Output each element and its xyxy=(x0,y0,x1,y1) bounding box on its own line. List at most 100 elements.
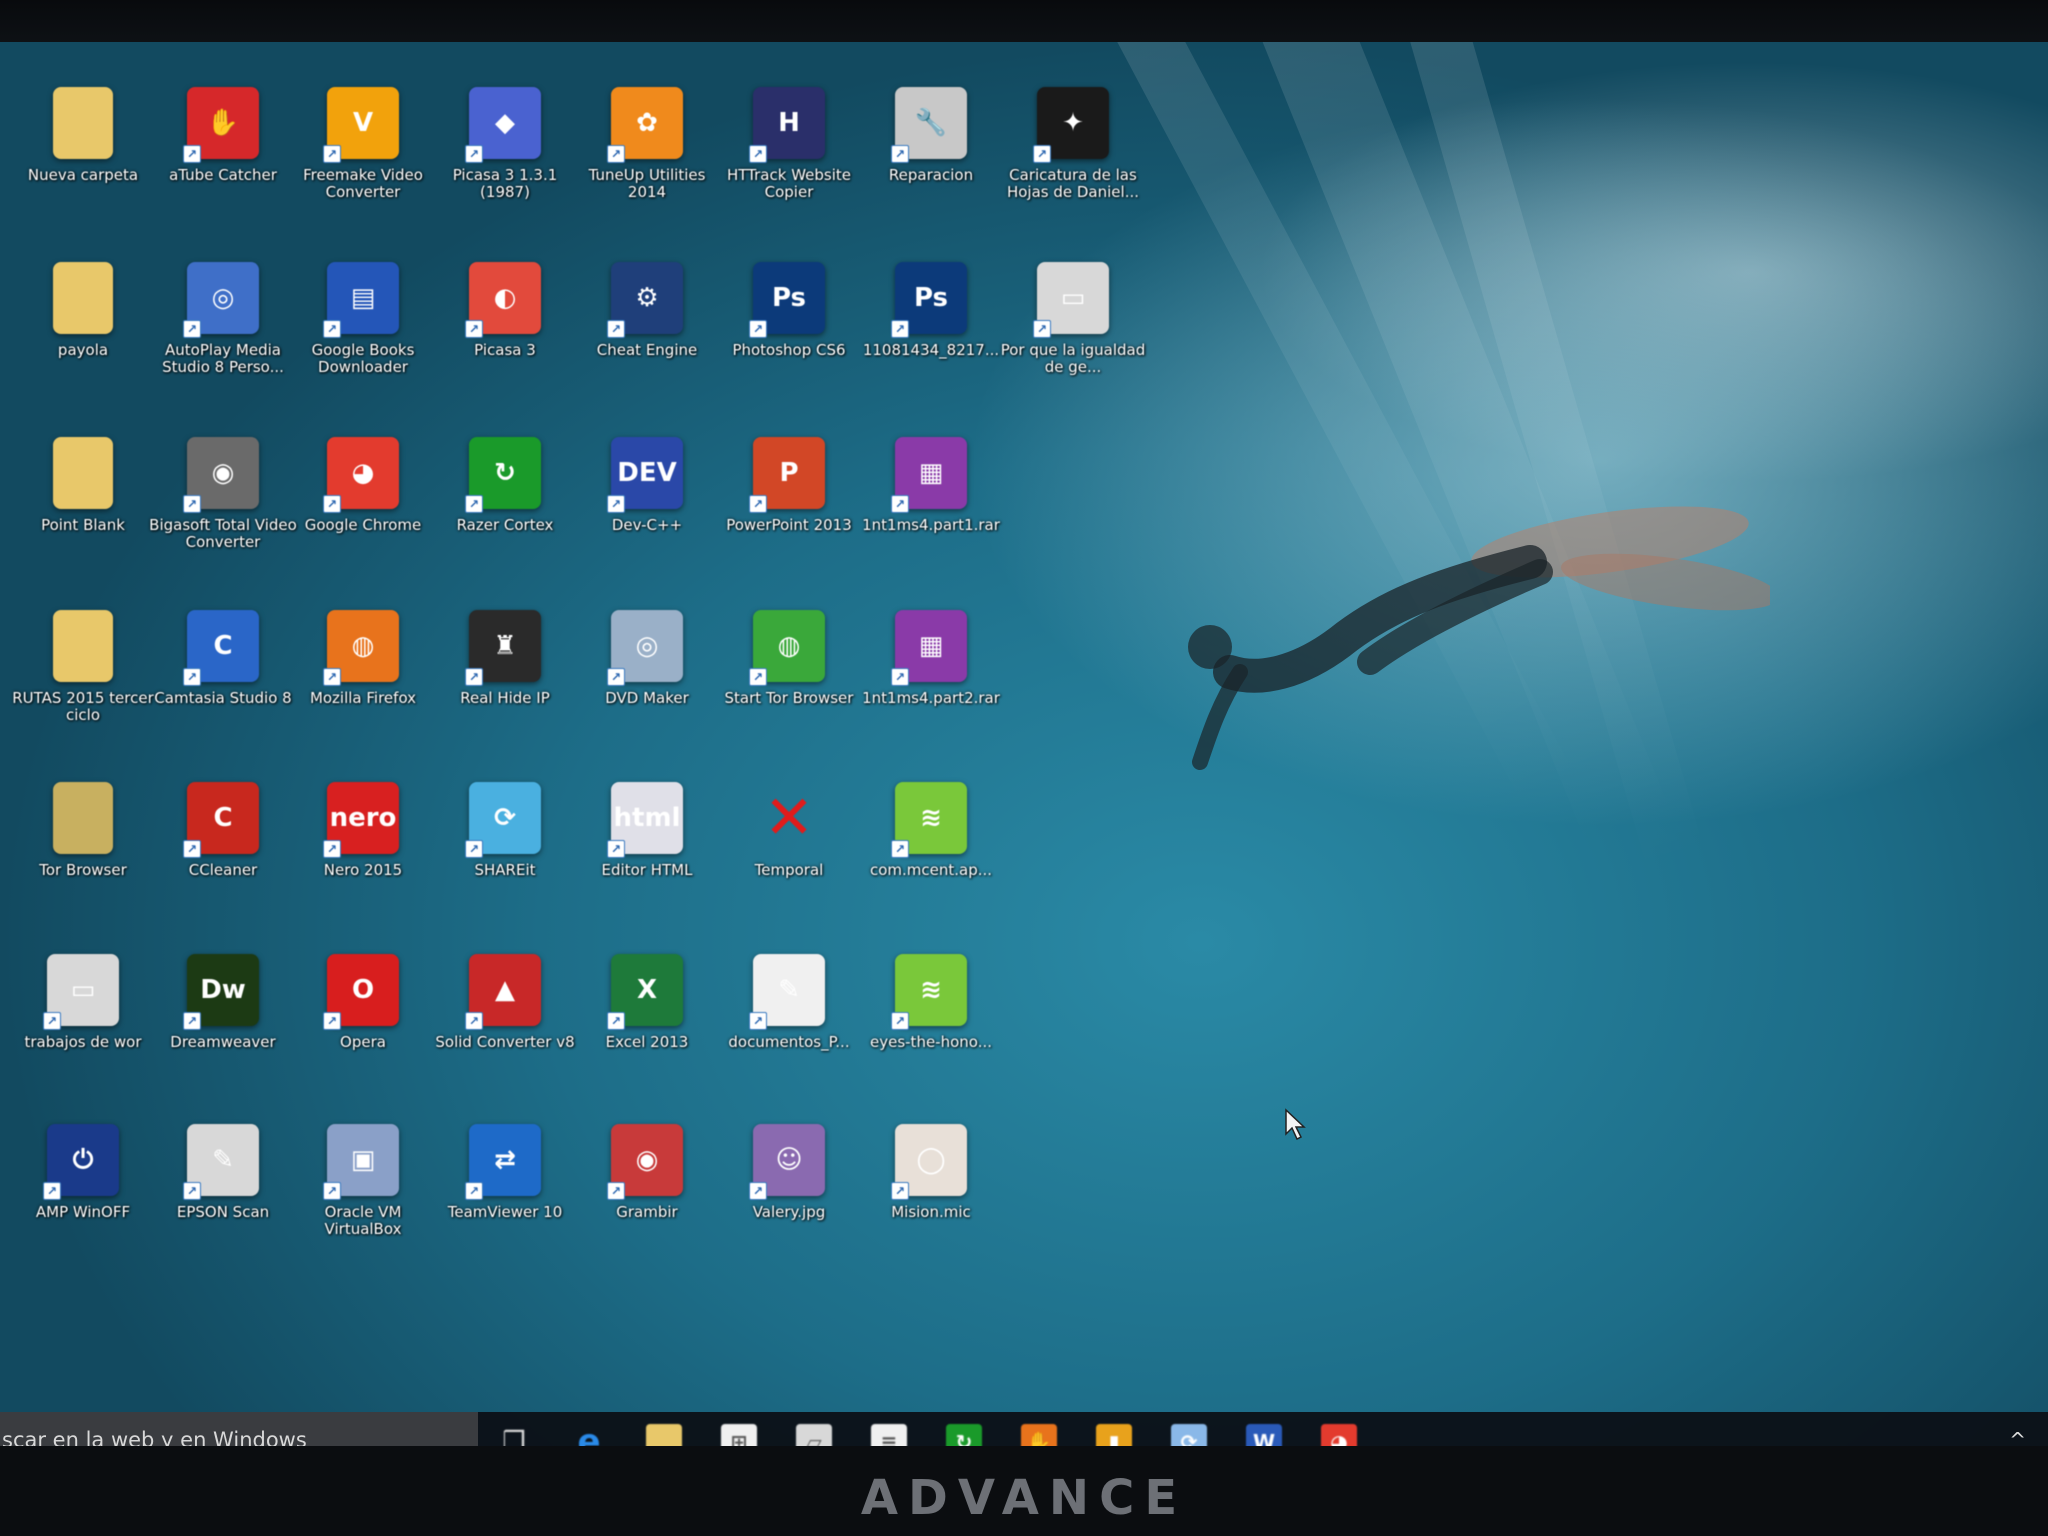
camera-icon: ◉ ↗ xyxy=(607,1124,683,1200)
shortcut-arrow-icon: ↗ xyxy=(465,320,483,338)
desktop-icon[interactable]: Nueva carpeta xyxy=(8,87,158,237)
shortcut-arrow-icon: ↗ xyxy=(183,320,201,338)
desktop-icon[interactable]: ▭ ↗ trabajos de wor xyxy=(8,954,158,1104)
taskbar-chrome-icon[interactable]: ◕ xyxy=(1321,1424,1357,1446)
desktop-icon[interactable]: ◉ ↗ Grambir xyxy=(572,1124,722,1274)
teamviewer-icon: ⇄ ↗ xyxy=(465,1124,541,1200)
photo-file-icon: ☺ ↗ xyxy=(749,1124,825,1200)
desktop-icon[interactable]: O ↗ Opera xyxy=(288,954,438,1104)
desktop-icon[interactable]: ◎ ↗ AutoPlay Media Studio 8 Perso... xyxy=(148,262,298,412)
shortcut-arrow-icon: ↗ xyxy=(891,1182,909,1200)
taskbar-razer-cortex-icon[interactable]: ↻ xyxy=(946,1424,982,1446)
desktop-icon-label: HTTrack Website Copier xyxy=(727,166,851,201)
taskbar-app-icon[interactable]: ▱ xyxy=(796,1424,832,1446)
taskbar-word-icon[interactable]: W xyxy=(1246,1424,1282,1446)
desktop-icon[interactable]: ✿ ↗ TuneUp Utilities 2014 xyxy=(572,87,722,237)
desktop-icon[interactable]: Ps ↗ 11081434_8217... xyxy=(856,262,1006,412)
shortcut-arrow-icon: ↗ xyxy=(323,840,341,858)
desktop-icon[interactable]: ◉ ↗ Bigasoft Total Video Converter xyxy=(148,437,298,587)
taskbar-task-view-icon[interactable]: ❒ xyxy=(496,1424,532,1446)
taskbar-file-explorer-icon[interactable] xyxy=(646,1424,682,1446)
desktop-icon-label: Tor Browser xyxy=(39,861,127,879)
shortcut-arrow-icon: ↗ xyxy=(607,1182,625,1200)
desktop-icon[interactable]: ▦ ↗ 1nt1ms4.part1.rar xyxy=(856,437,1006,587)
desktop-icon[interactable]: ♜ ↗ Real Hide IP xyxy=(430,610,580,760)
desktop-icon[interactable]: RUTAS 2015 tercer ciclo xyxy=(8,610,158,760)
desktop-icon-label: Grambir xyxy=(616,1203,678,1221)
desktop-icon[interactable]: H ↗ HTTrack Website Copier xyxy=(714,87,864,237)
desktop-icon-label: Solid Converter v8 xyxy=(435,1033,575,1051)
desktop-icon-label: AMP WinOFF xyxy=(35,1203,131,1221)
desktop-icon[interactable]: C ↗ Camtasia Studio 8 xyxy=(148,610,298,760)
desktop-icon-label: trabajos de wor xyxy=(24,1033,142,1051)
desktop-icon[interactable]: DEV ↗ Dev-C++ xyxy=(572,437,722,587)
solid-converter-icon: ▲ ↗ xyxy=(465,954,541,1030)
taskbar-store-icon[interactable]: ⊞ xyxy=(721,1424,757,1446)
desktop-icon[interactable]: ↻ ↗ Razer Cortex xyxy=(430,437,580,587)
taskbar-hand-icon[interactable]: ✋ xyxy=(1021,1424,1057,1446)
desktop-icon-label: Valery.jpg xyxy=(752,1203,826,1221)
shortcut-arrow-icon: ↗ xyxy=(891,840,909,858)
shortcut-arrow-icon: ↗ xyxy=(607,495,625,513)
desktop-icon[interactable]: ✕ Temporal xyxy=(714,782,864,932)
desktop-icon[interactable]: X ↗ Excel 2013 xyxy=(572,954,722,1104)
taskbar-search-box[interactable]: scar en la web y en Windows xyxy=(0,1412,478,1446)
desktop-icon[interactable]: 🔧 ↗ Reparacion xyxy=(856,87,1006,237)
desktop-icon[interactable]: ✎ ↗ EPSON Scan xyxy=(148,1124,298,1274)
desktop-icon[interactable]: ▲ ↗ Solid Converter v8 xyxy=(430,954,580,1104)
desktop-icon[interactable]: ≋ ↗ com.mcent.ap... xyxy=(856,782,1006,932)
desktop-icon[interactable]: ▣ ↗ Oracle VM VirtualBox xyxy=(288,1124,438,1274)
shortcut-arrow-icon: ↗ xyxy=(323,668,341,686)
taskbar-folder-app-icon[interactable]: ▮ xyxy=(1096,1424,1132,1446)
tuneup-icon: ✿ ↗ xyxy=(607,87,683,163)
shareit-icon: ⟳ ↗ xyxy=(465,782,541,858)
desktop-icon[interactable]: C ↗ CCleaner xyxy=(148,782,298,932)
desktop-icon-label: Dev-C++ xyxy=(611,516,683,534)
desktop-icon[interactable]: ≋ ↗ eyes-the-hono... xyxy=(856,954,1006,1104)
taskbar-shareit-icon[interactable]: ⟳ xyxy=(1171,1424,1207,1446)
desktop-icon[interactable]: Ps ↗ Photoshop CS6 xyxy=(714,262,864,412)
desktop-icon[interactable]: html ↗ Editor HTML xyxy=(572,782,722,932)
firefox-icon: ◍ ↗ xyxy=(323,610,399,686)
desktop-icon[interactable]: ▤ ↗ Google Books Downloader xyxy=(288,262,438,412)
desktop-icon-label: eyes-the-hono... xyxy=(870,1033,992,1051)
tray-chevron-icon[interactable]: ^ xyxy=(2009,1428,2026,1446)
desktop-icon[interactable]: Tor Browser xyxy=(8,782,158,932)
desktop-icon[interactable]: V ↗ Freemake Video Converter xyxy=(288,87,438,237)
desktop-icon[interactable]: ◍ ↗ Mozilla Firefox xyxy=(288,610,438,760)
shortcut-arrow-icon: ↗ xyxy=(749,145,767,163)
desktop-icon[interactable]: P ↗ PowerPoint 2013 xyxy=(714,437,864,587)
search-placeholder: scar en la web y en Windows xyxy=(2,1428,307,1446)
desktop-icon-label: com.mcent.ap... xyxy=(869,861,993,879)
desktop-icon[interactable]: ⟳ ↗ SHAREit xyxy=(430,782,580,932)
desktop-icon-label: Camtasia Studio 8 xyxy=(154,689,292,707)
desktop-icon[interactable]: payola xyxy=(8,262,158,412)
desktop-icon-label: RUTAS 2015 tercer ciclo xyxy=(12,689,154,724)
desktop-icon-label: Real Hide IP xyxy=(460,689,550,707)
desktop-icon[interactable]: ▦ ↗ 1nt1ms4.part2.rar xyxy=(856,610,1006,760)
desktop-icon[interactable]: ✎ ↗ documentos_P... xyxy=(714,954,864,1104)
desktop-icon[interactable]: ▭ ↗ Por que la igualdad de ge... xyxy=(998,262,1148,412)
desktop-icon[interactable]: ✋ ↗ aTube Catcher xyxy=(148,87,298,237)
shortcut-arrow-icon: ↗ xyxy=(1033,145,1051,163)
desktop-icon-label: 11081434_8217... xyxy=(862,341,1000,359)
desktop-icon[interactable]: ◕ ↗ Google Chrome xyxy=(288,437,438,587)
desktop-icon[interactable]: ◆ ↗ Picasa 3 1.3.1 (1987) xyxy=(430,87,580,237)
desktop-icon[interactable]: nero ↗ Nero 2015 xyxy=(288,782,438,932)
desktop-icon[interactable]: Point Blank xyxy=(8,437,158,587)
taskbar-document-app-icon[interactable]: ≡ xyxy=(871,1424,907,1446)
taskbar-edge-icon[interactable]: e xyxy=(571,1422,607,1446)
desktop-icon[interactable]: Dw ↗ Dreamweaver xyxy=(148,954,298,1104)
folder-icon xyxy=(53,87,113,159)
desktop-icon[interactable]: ⏻ ↗ AMP WinOFF xyxy=(8,1124,158,1274)
desktop-icon-label: Picasa 3 xyxy=(474,341,536,359)
desktop-icon[interactable]: ✦ ↗ Caricatura de las Hojas de Daniel... xyxy=(998,87,1148,237)
monitor-icon: ▭ ↗ xyxy=(43,954,119,1030)
desktop-icon[interactable]: ◍ ↗ Start Tor Browser xyxy=(714,610,864,760)
desktop-icon[interactable]: ⇄ ↗ TeamViewer 10 xyxy=(430,1124,580,1274)
desktop-icon[interactable]: ◐ ↗ Picasa 3 xyxy=(430,262,580,412)
desktop-icon[interactable]: ☺ ↗ Valery.jpg xyxy=(714,1124,864,1274)
desktop-icon[interactable]: ◎ ↗ DVD Maker xyxy=(572,610,722,760)
desktop-icon[interactable]: ⚙ ↗ Cheat Engine xyxy=(572,262,722,412)
desktop-icon[interactable]: ◯ ↗ Mision.mic xyxy=(856,1124,1006,1274)
